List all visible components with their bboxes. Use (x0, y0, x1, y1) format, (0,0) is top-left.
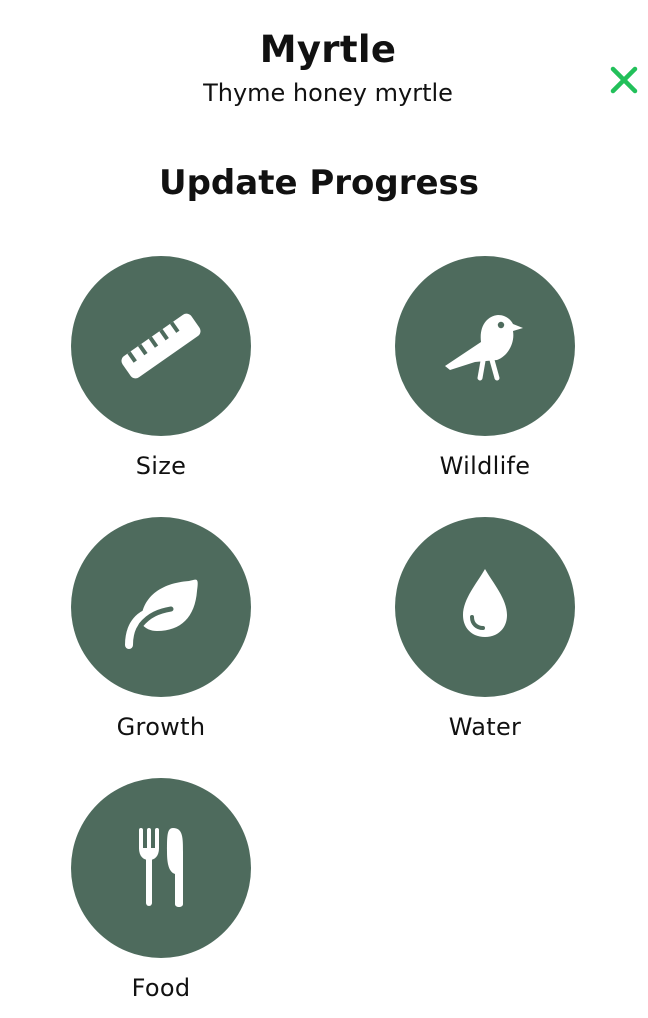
plant-variety: Thyme honey myrtle (203, 79, 453, 107)
section-title: Update Progress (158, 163, 480, 203)
wildlife-option[interactable]: Wildlife (395, 256, 575, 496)
fork-knife-icon (139, 828, 183, 907)
size-button[interactable] (71, 256, 251, 436)
close-button[interactable] (604, 60, 644, 100)
water-label: Water (448, 713, 522, 741)
plant-name: Myrtle (259, 28, 397, 71)
size-option[interactable]: Size (71, 256, 251, 496)
growth-label: Growth (116, 713, 206, 741)
growth-option[interactable]: Growth (71, 517, 251, 757)
wildlife-label: Wildlife (439, 452, 531, 480)
wildlife-button[interactable] (395, 256, 575, 436)
water-option[interactable]: Water (395, 517, 575, 757)
food-option[interactable]: Food (71, 778, 251, 1018)
close-icon (610, 66, 638, 94)
bird-icon (445, 315, 523, 381)
size-label: Size (135, 452, 187, 480)
water-button[interactable] (395, 517, 575, 697)
ruler-icon (121, 313, 201, 379)
food-button[interactable] (71, 778, 251, 958)
leaf-icon (125, 579, 198, 649)
water-drop-icon (463, 569, 507, 637)
header: Myrtle Thyme honey myrtle (0, 0, 648, 120)
food-label: Food (131, 974, 191, 1002)
growth-button[interactable] (71, 517, 251, 697)
